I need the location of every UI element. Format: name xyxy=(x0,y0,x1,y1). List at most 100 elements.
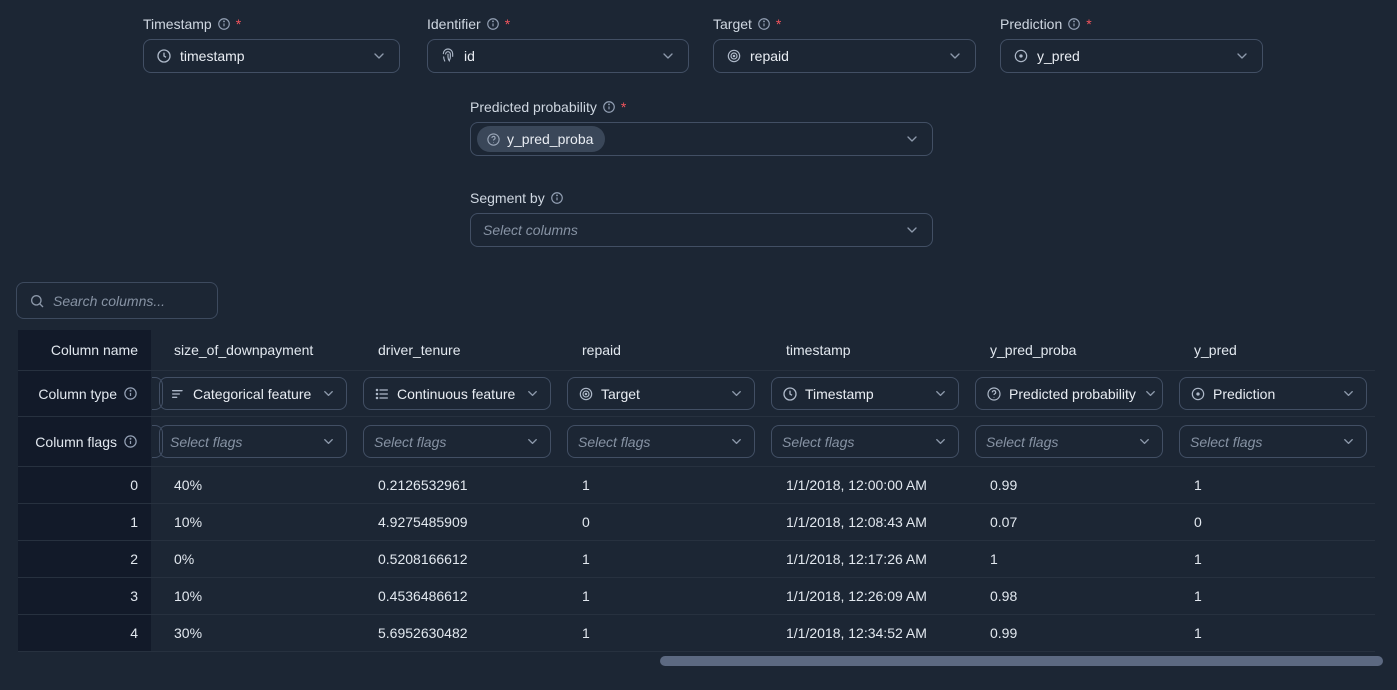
column-type-row: Column type Categorical feature Continuo… xyxy=(18,371,1375,417)
column-type-header-cell: Column type xyxy=(18,371,151,416)
table-row: 2 0% 0.5208166612 1 1/1/2018, 12:17:26 A… xyxy=(18,541,1375,578)
info-icon[interactable] xyxy=(486,17,500,31)
table-cell: 0 xyxy=(1171,504,1375,540)
column-type-value: Timestamp xyxy=(805,386,874,402)
table-cell: 1 xyxy=(1171,541,1375,577)
table-cell: 0 xyxy=(559,504,763,540)
table-cell: 1/1/2018, 12:08:43 AM xyxy=(763,504,967,540)
column-type-value: Prediction xyxy=(1213,386,1275,402)
column-type-cell: Categorical feature xyxy=(151,371,355,416)
segment-by-label-text: Segment by xyxy=(470,190,545,206)
identifier-field-group: Identifier * id xyxy=(427,16,689,73)
column-header: repaid xyxy=(559,330,763,370)
column-type-cell: Predicted probability xyxy=(967,371,1171,416)
column-flags-select[interactable]: Select flags xyxy=(771,425,959,458)
column-flags-select[interactable]: Select flags xyxy=(363,425,551,458)
info-icon[interactable] xyxy=(123,434,138,449)
required-asterisk: * xyxy=(505,16,510,32)
table-cell: 4.9275485909 xyxy=(355,504,559,540)
chevron-down-icon xyxy=(371,48,387,64)
table-cell: 0.98 xyxy=(967,578,1171,614)
row-index-cell: 0 xyxy=(18,467,151,503)
table-cell: 1/1/2018, 12:34:52 AM xyxy=(763,615,967,651)
column-flags-select[interactable]: Select flags xyxy=(1179,425,1367,458)
horizontal-scrollbar[interactable] xyxy=(660,656,1383,666)
table-cell: 10% xyxy=(151,504,355,540)
required-asterisk: * xyxy=(621,99,626,115)
column-flags-cell: Select flags xyxy=(355,417,559,466)
column-flags-select[interactable]: Select flags xyxy=(567,425,755,458)
flags-placeholder: Select flags xyxy=(782,434,854,450)
table-cell: 1 xyxy=(559,541,763,577)
column-type-select[interactable]: Categorical feature xyxy=(159,377,347,410)
clipped-select-fragment xyxy=(152,425,163,458)
table-row: 1 10% 4.9275485909 0 1/1/2018, 12:08:43 … xyxy=(18,504,1375,541)
chevron-down-icon xyxy=(904,131,920,147)
search-icon xyxy=(29,293,45,309)
column-header: driver_tenure xyxy=(355,330,559,370)
target-field-label: Target * xyxy=(713,16,976,32)
column-flags-header-label: Column flags xyxy=(35,434,117,450)
chevron-down-icon xyxy=(933,434,948,449)
identifier-select-value: id xyxy=(464,48,475,64)
column-header: size_of_downpayment xyxy=(151,330,355,370)
column-header: y_pred_proba xyxy=(967,330,1171,370)
chevron-down-icon xyxy=(660,48,676,64)
timestamp-select[interactable]: timestamp xyxy=(143,39,400,73)
column-header: y_pred xyxy=(1171,330,1375,370)
row-index-cell: 2 xyxy=(18,541,151,577)
table-cell: 1/1/2018, 12:26:09 AM xyxy=(763,578,967,614)
predicted-probability-label-text: Predicted probability xyxy=(470,99,597,115)
info-icon[interactable] xyxy=(757,17,771,31)
column-flags-cell: Select flags xyxy=(763,417,967,466)
prediction-label-text: Prediction xyxy=(1000,16,1062,32)
column-type-value: Continuous feature xyxy=(397,386,515,402)
target-icon xyxy=(578,386,594,402)
column-type-select[interactable]: Timestamp xyxy=(771,377,959,410)
info-icon[interactable] xyxy=(602,100,616,114)
info-icon[interactable] xyxy=(1067,17,1081,31)
prediction-field-group: Prediction * y_pred xyxy=(1000,16,1263,73)
column-flags-cell: Select flags xyxy=(559,417,763,466)
prediction-select[interactable]: y_pred xyxy=(1000,39,1263,73)
table-cell: 30% xyxy=(151,615,355,651)
corner-header-cell: Column name xyxy=(18,330,151,370)
row-index-cell: 3 xyxy=(18,578,151,614)
identifier-select[interactable]: id xyxy=(427,39,689,73)
column-flags-select[interactable]: Select flags xyxy=(975,425,1163,458)
chevron-down-icon xyxy=(729,434,744,449)
target-select-value: repaid xyxy=(750,48,789,64)
required-asterisk: * xyxy=(1086,16,1091,32)
info-icon[interactable] xyxy=(550,191,564,205)
table-cell: 1 xyxy=(967,541,1171,577)
column-type-select[interactable]: Target xyxy=(567,377,755,410)
table-row: 4 30% 5.6952630482 1 1/1/2018, 12:34:52 … xyxy=(18,615,1375,652)
chevron-down-icon xyxy=(1341,434,1356,449)
column-type-select[interactable]: Continuous feature xyxy=(363,377,551,410)
predicted-probability-field-label: Predicted probability * xyxy=(470,99,933,115)
chevron-down-icon xyxy=(321,386,336,401)
continuous-icon xyxy=(374,386,390,402)
search-columns-box[interactable] xyxy=(16,282,218,319)
timestamp-label-text: Timestamp xyxy=(143,16,212,32)
target-select[interactable]: repaid xyxy=(713,39,976,73)
column-type-select[interactable]: Prediction xyxy=(1179,377,1367,410)
info-icon[interactable] xyxy=(217,17,231,31)
flags-placeholder: Select flags xyxy=(374,434,446,450)
chevron-down-icon xyxy=(525,434,540,449)
predicted-probability-select[interactable]: y_pred_proba xyxy=(470,122,933,156)
column-flags-row: Column flags Select flags Select flags S… xyxy=(18,417,1375,467)
table-cell: 1 xyxy=(1171,578,1375,614)
search-input[interactable] xyxy=(53,293,205,309)
table-cell: 0.07 xyxy=(967,504,1171,540)
table-cell: 0% xyxy=(151,541,355,577)
flags-placeholder: Select flags xyxy=(170,434,242,450)
table-cell: 0.99 xyxy=(967,467,1171,503)
column-type-select[interactable]: Predicted probability xyxy=(975,377,1163,410)
info-icon[interactable] xyxy=(123,386,138,401)
column-flags-select[interactable]: Select flags xyxy=(159,425,347,458)
predicted-probability-field-group: Predicted probability * y_pred_proba xyxy=(470,99,933,156)
table-cell: 0.99 xyxy=(967,615,1171,651)
segment-by-select[interactable]: Select columns xyxy=(470,213,933,247)
circle-dot-icon xyxy=(1190,386,1206,402)
